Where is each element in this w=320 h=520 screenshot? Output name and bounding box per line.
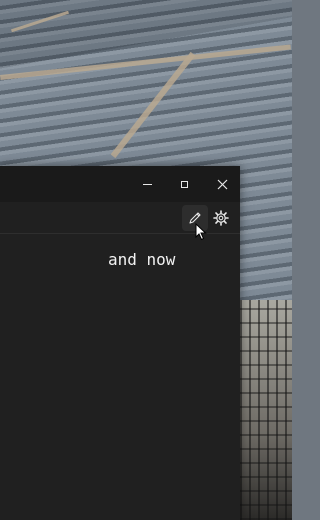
wallpaper-scaffold [240, 300, 292, 520]
note-text: and now [108, 250, 176, 269]
maximize-icon [180, 180, 188, 188]
note-content[interactable]: and now [0, 234, 240, 520]
wallpaper-beam [0, 44, 291, 80]
edit-button[interactable] [182, 205, 208, 231]
wallpaper-beam [11, 10, 69, 33]
close-icon [217, 179, 227, 189]
toolbar [0, 202, 240, 234]
gear-icon [213, 210, 229, 226]
minimize-button[interactable] [129, 166, 165, 202]
app-window: and now [0, 166, 240, 520]
pencil-icon [189, 212, 201, 224]
maximize-button[interactable] [166, 166, 202, 202]
close-button[interactable] [204, 166, 240, 202]
settings-button[interactable] [208, 205, 234, 231]
wallpaper-beam [110, 51, 196, 159]
minimize-icon [142, 183, 152, 185]
title-bar[interactable] [0, 166, 240, 202]
